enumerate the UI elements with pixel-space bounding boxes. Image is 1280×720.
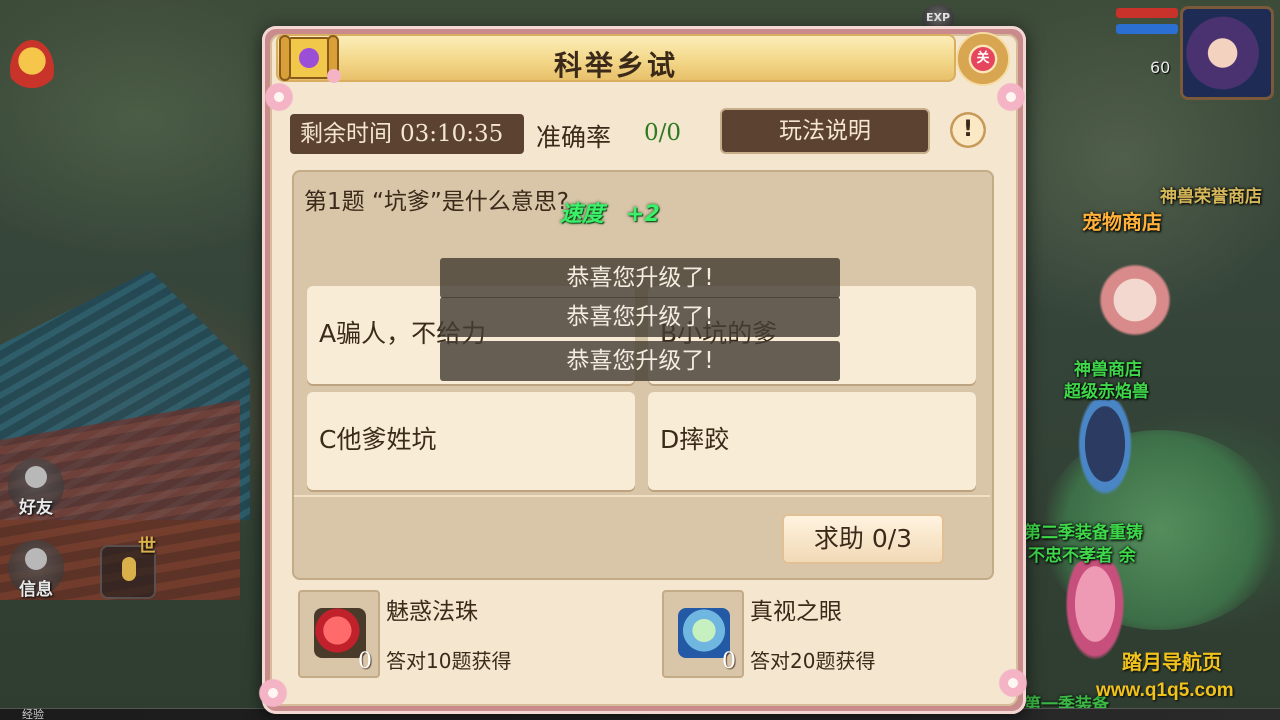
scene-label-gear-recast: 第二季装备重铸	[1024, 523, 1143, 543]
chat-bubble-icon	[25, 548, 47, 570]
fortune-god-icon[interactable]	[10, 40, 54, 100]
watermark-title: 踏月导航页	[1122, 650, 1222, 674]
reward-condition: 答对10题获得	[386, 649, 512, 673]
close-button[interactable]: 关	[956, 32, 1010, 86]
level-up-toast: 恭喜您升级了!	[440, 341, 840, 381]
remaining-time: 剩余时间 03:10:35	[290, 114, 524, 154]
exp-bar-label: 经验	[22, 708, 44, 720]
dialog-title: 科举乡试	[553, 49, 678, 82]
watermark-url: www.q1q5.com	[1096, 680, 1234, 701]
fox-beast-npc[interactable]	[1090, 260, 1180, 340]
warrior-npc[interactable]	[1070, 400, 1140, 510]
scene-label-beast-honor-shop: 神兽荣誉商店	[1160, 187, 1262, 207]
friends-button[interactable]: 好友	[8, 458, 64, 518]
mp-bar	[1116, 24, 1178, 34]
player-level: 60	[1150, 58, 1171, 77]
scroll-icon	[279, 35, 341, 83]
dialog-title-bar: 科举乡试	[276, 34, 956, 82]
level-up-toast: 恭喜您升级了!	[440, 297, 840, 337]
microphone-icon	[122, 557, 136, 581]
decor-flower-icon	[994, 80, 1028, 114]
reward-count: 0	[722, 649, 736, 674]
friends-label: 好友	[19, 498, 53, 518]
speed-label: 速度	[560, 202, 605, 227]
question-text: 第1题 “坑爹”是什么意思?	[304, 189, 569, 215]
messages-label: 信息	[19, 580, 53, 600]
pink-hair-npc[interactable]	[1060, 560, 1130, 670]
hp-bar	[1116, 8, 1178, 18]
timer-value: 03:10:35	[400, 121, 504, 147]
reward-slot[interactable]: 0	[298, 590, 380, 678]
accuracy-label: 准确率	[536, 123, 612, 152]
speed-bonus-popup: 速度 +2	[560, 196, 660, 228]
option-c-button[interactable]: C他爹姓坑	[307, 392, 635, 490]
world-channel-tag[interactable]: 世	[138, 532, 156, 558]
timer-label: 剩余时间	[300, 121, 392, 147]
reward-name: 魅惑法珠	[386, 599, 478, 625]
scene-label-pet-shop: 宠物商店	[1082, 210, 1162, 234]
speed-bonus-value: +2	[626, 202, 660, 227]
reward-count: 0	[358, 649, 372, 674]
reward-slot[interactable]: 0	[662, 590, 744, 678]
help-button[interactable]: 求助 0/3	[782, 514, 944, 564]
messages-button[interactable]: 信息	[8, 540, 64, 600]
rules-button[interactable]: 玩法说明	[720, 108, 930, 154]
scene-label-super-beast: 超级赤焰兽	[1064, 382, 1149, 402]
player-avatar[interactable]	[1180, 6, 1274, 100]
decor-flower-icon	[256, 676, 290, 710]
reward-condition: 答对20题获得	[750, 649, 876, 673]
level-up-toast: 恭喜您升级了!	[440, 258, 840, 298]
reward-name: 真视之眼	[750, 599, 842, 625]
question-divider	[294, 495, 990, 497]
close-icon: 关	[971, 47, 995, 71]
option-d-button[interactable]: D摔跤	[648, 392, 976, 490]
accuracy-value: 0/0	[644, 120, 682, 146]
friends-icon	[25, 466, 47, 488]
decor-flower-icon	[996, 666, 1030, 700]
info-icon[interactable]: !	[950, 112, 986, 148]
scene-label-npc-title: 不忠不孝者 余	[1028, 546, 1136, 566]
